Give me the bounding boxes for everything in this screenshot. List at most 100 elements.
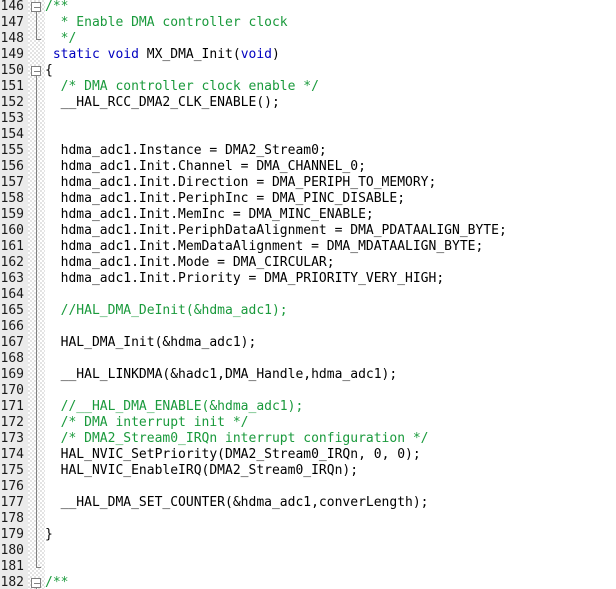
code-line[interactable]: 181 [0,559,616,575]
code-token-comment: */ [45,31,77,46]
code-text[interactable]: hdma_adc1.Init.MemDataAlignment = DMA_MD… [45,239,484,255]
code-line[interactable]: 178 [0,511,616,527]
code-text[interactable]: //HAL_DMA_DeInit(&hdma_adc1); [45,303,288,319]
fold-collapse-icon[interactable] [28,0,45,15]
code-editor[interactable]: 146/** 147 * Enable DMA controller clock 1… [0,0,616,589]
code-text[interactable]: } [45,527,53,543]
fold-guide-line [28,495,45,511]
code-token-plain: hdma_adc1.Init.MemDataAlignment = DMA_MD… [45,239,484,254]
fold-minus-box-icon[interactable] [31,66,41,76]
fold-minus-box-icon[interactable] [31,578,41,588]
code-line[interactable]: 175 HAL_NVIC_EnableIRQ(DMA2_Stream0_IRQn… [0,463,616,479]
code-text[interactable]: static void MX_DMA_Init(void) [45,47,280,63]
fold-guide-line-segment [36,239,37,255]
code-token-plain: hdma_adc1.Init.Priority = DMA_PRIORITY_V… [45,271,445,286]
fold-guide-line-segment [36,367,37,383]
code-line[interactable]: 161 hdma_adc1.Init.MemDataAlignment = DM… [0,239,616,255]
code-line[interactable]: 162 hdma_adc1.Init.Mode = DMA_CIRCULAR; [0,255,616,271]
fold-minus-box-icon[interactable] [31,2,41,12]
code-text[interactable]: { [45,63,53,79]
fold-guide-line-segment [36,143,37,159]
code-text[interactable]: hdma_adc1.Init.Priority = DMA_PRIORITY_V… [45,271,445,287]
code-line[interactable]: 147 * Enable DMA controller clock [0,15,616,31]
code-text[interactable]: /** [45,575,68,589]
code-line[interactable]: 168 [0,351,616,367]
code-text[interactable]: * Enable DMA controller clock [45,15,288,31]
code-line[interactable]: 182 /** [0,575,616,589]
code-line[interactable]: 172 /* DMA interrupt init */ [0,415,616,431]
fold-collapse-icon[interactable] [28,63,45,79]
code-line[interactable]: 167 HAL_DMA_Init(&hdma_adc1); [0,335,616,351]
code-line[interactable]: 179} [0,527,616,543]
code-token-plain: ); [405,447,421,462]
code-text[interactable]: /* DMA2_Stream0_IRQn interrupt configura… [45,431,429,447]
code-text[interactable]: /* DMA controller clock enable */ [45,79,319,95]
code-line[interactable]: 154 [0,127,616,143]
line-number: 148 [0,31,24,46]
code-text[interactable]: //__HAL_DMA_ENABLE(&hdma_adc1); [45,399,304,415]
code-line[interactable]: 150 { [0,63,616,79]
code-line[interactable]: 155 hdma_adc1.Instance = DMA2_Stream0; [0,143,616,159]
code-text[interactable]: HAL_DMA_Init(&hdma_adc1); [45,335,257,351]
code-token-plain: hdma_adc1.Init.Mode = DMA_CIRCULAR; [45,255,335,270]
code-text[interactable]: __HAL_LINKDMA(&hadc1,DMA_Handle,hdma_adc… [45,367,398,383]
code-line[interactable]: 170 [0,383,616,399]
code-line[interactable]: 156 hdma_adc1.Init.Channel = DMA_CHANNEL… [0,159,616,175]
code-line[interactable]: 153 [0,111,616,127]
fold-guide-line [28,463,45,479]
fold-guide-line-segment [36,479,37,495]
fold-guide-line-segment [36,223,37,239]
code-line[interactable]: 165 //HAL_DMA_DeInit(&hdma_adc1); [0,303,616,319]
code-line[interactable]: 166 [0,319,616,335]
fold-collapse-icon[interactable] [28,575,45,589]
fold-guide-line [28,367,45,383]
code-line[interactable]: 180 [0,543,616,559]
code-text[interactable]: HAL_NVIC_SetPriority(DMA2_Stream0_IRQn, … [45,447,421,463]
code-text[interactable]: hdma_adc1.Init.MemInc = DMA_MINC_ENABLE; [45,207,374,223]
line-number: 171 [0,399,24,414]
code-text[interactable]: */ [45,31,77,47]
code-text[interactable]: HAL_NVIC_EnableIRQ(DMA2_Stream0_IRQn); [45,463,358,479]
code-token-plain: { [45,63,53,78]
fold-guide-line [28,287,45,303]
code-line[interactable]: 149 static void MX_DMA_Init(void) [0,47,616,63]
fold-guide-line [28,511,45,527]
line-number: 168 [0,351,24,366]
code-line[interactable]: 151 /* DMA controller clock enable */ [0,79,616,95]
code-line[interactable]: 173 /* DMA2_Stream0_IRQn interrupt confi… [0,431,616,447]
code-line[interactable]: 164 [0,287,616,303]
code-line[interactable]: 177 __HAL_DMA_SET_COUNTER(&hdma_adc1,con… [0,495,616,511]
code-text[interactable]: __HAL_RCC_DMA2_CLK_ENABLE(); [45,95,280,111]
code-line[interactable]: 146 /** [0,0,616,15]
code-line[interactable]: 174 HAL_NVIC_SetPriority(DMA2_Stream0_IR… [0,447,616,463]
code-line[interactable]: 157 hdma_adc1.Init.Direction = DMA_PERIP… [0,175,616,191]
code-text[interactable]: __HAL_DMA_SET_COUNTER(&hdma_adc1,converL… [45,495,429,511]
code-text[interactable]: hdma_adc1.Instance = DMA2_Stream0; [45,143,327,159]
code-line[interactable]: 152 __HAL_RCC_DMA2_CLK_ENABLE(); [0,95,616,111]
line-number: 161 [0,239,24,254]
code-line[interactable]: 158 hdma_adc1.Init.PeriphInc = DMA_PINC_… [0,191,616,207]
code-text[interactable]: /** [45,0,68,15]
line-number: 150 [0,63,24,78]
code-line[interactable]: 148 */ [0,31,616,47]
code-line[interactable]: 169 __HAL_LINKDMA(&hadc1,DMA_Handle,hdma… [0,367,616,383]
code-line[interactable]: 163 hdma_adc1.Init.Priority = DMA_PRIORI… [0,271,616,287]
code-text[interactable]: hdma_adc1.Init.PeriphDataAlignment = DMA… [45,223,507,239]
code-text[interactable]: /* DMA interrupt init */ [45,415,249,431]
code-text[interactable]: hdma_adc1.Init.Mode = DMA_CIRCULAR; [45,255,335,271]
code-line[interactable]: 176 [0,479,616,495]
line-number: 177 [0,495,24,510]
code-text[interactable]: hdma_adc1.Init.Direction = DMA_PERIPH_TO… [45,175,437,191]
code-line[interactable]: 160 hdma_adc1.Init.PeriphDataAlignment =… [0,223,616,239]
code-line[interactable]: 171 //__HAL_DMA_ENABLE(&hdma_adc1); [0,399,616,415]
line-number: 146 [0,0,24,14]
fold-guide-line [28,447,45,463]
fold-guide-line [28,159,45,175]
fold-guide-line [28,543,45,559]
code-line[interactable]: 159 hdma_adc1.Init.MemInc = DMA_MINC_ENA… [0,207,616,223]
code-token-plain: ) [272,47,280,62]
code-text[interactable]: hdma_adc1.Init.PeriphInc = DMA_PINC_DISA… [45,191,405,207]
line-number: 182 [0,575,24,589]
code-text[interactable]: hdma_adc1.Init.Channel = DMA_CHANNEL_0; [45,159,366,175]
fold-guide-line-segment [36,271,37,287]
